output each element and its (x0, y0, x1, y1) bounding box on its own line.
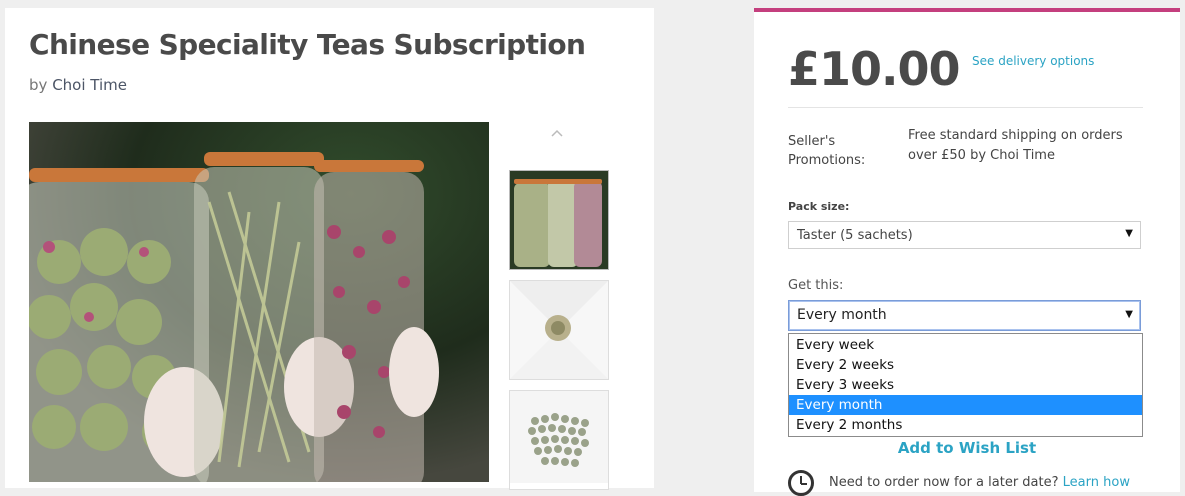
frequency-option[interactable]: Every 2 weeks (789, 355, 1142, 375)
pack-size-select[interactable]: Taster (5 sachets) ▼ (788, 221, 1141, 249)
purchase-panel: £10.00 See delivery options Seller's Pro… (754, 8, 1180, 496)
thumbnail-tea-ball[interactable] (509, 280, 609, 380)
divider (788, 107, 1143, 108)
dropdown-arrow-icon: ▼ (1125, 228, 1133, 239)
frequency-options-list: Every week Every 2 weeks Every 3 weeks E… (788, 333, 1143, 437)
frequency-label: Get this: (788, 278, 844, 293)
thumbnail-tea-ball-image (510, 281, 608, 379)
product-title: Chinese Speciality Teas Subscription (29, 28, 586, 61)
thumbnail-jars[interactable] (509, 170, 609, 270)
seller-link[interactable]: Choi Time (52, 76, 127, 94)
frequency-select[interactable]: Every month ▼ (788, 300, 1141, 331)
add-to-wish-list-button[interactable]: Add to Wish List (754, 439, 1180, 457)
byline: by Choi Time (29, 76, 127, 94)
thumbnail-loose-tea[interactable] (509, 390, 609, 490)
jars-of-tea-icon (29, 122, 489, 482)
delivery-options-link[interactable]: See delivery options (972, 54, 1094, 68)
thumbnail-jars-image (510, 171, 608, 269)
frequency-option[interactable]: Every 2 months (789, 415, 1142, 435)
promotions-text: Free standard shipping on orders over £5… (908, 128, 1123, 163)
price: £10.00 (788, 42, 961, 96)
frequency-option[interactable]: Every 3 weeks (789, 375, 1142, 395)
dropdown-arrow-icon: ▼ (1125, 309, 1133, 320)
chevron-up-icon[interactable] (550, 126, 564, 140)
byline-prefix: by (29, 76, 48, 94)
pack-size-label: Pack size: (788, 200, 850, 213)
frequency-value: Every month (797, 307, 887, 323)
frequency-option[interactable]: Every week (789, 335, 1142, 355)
main-product-image[interactable] (29, 122, 489, 482)
clock-icon (788, 470, 814, 496)
promotions-label: Seller's Promotions: (788, 134, 866, 168)
pack-size-value: Taster (5 sachets) (797, 228, 913, 243)
frequency-option-selected[interactable]: Every month (789, 395, 1142, 415)
thumbnail-loose-tea-image (510, 391, 608, 483)
